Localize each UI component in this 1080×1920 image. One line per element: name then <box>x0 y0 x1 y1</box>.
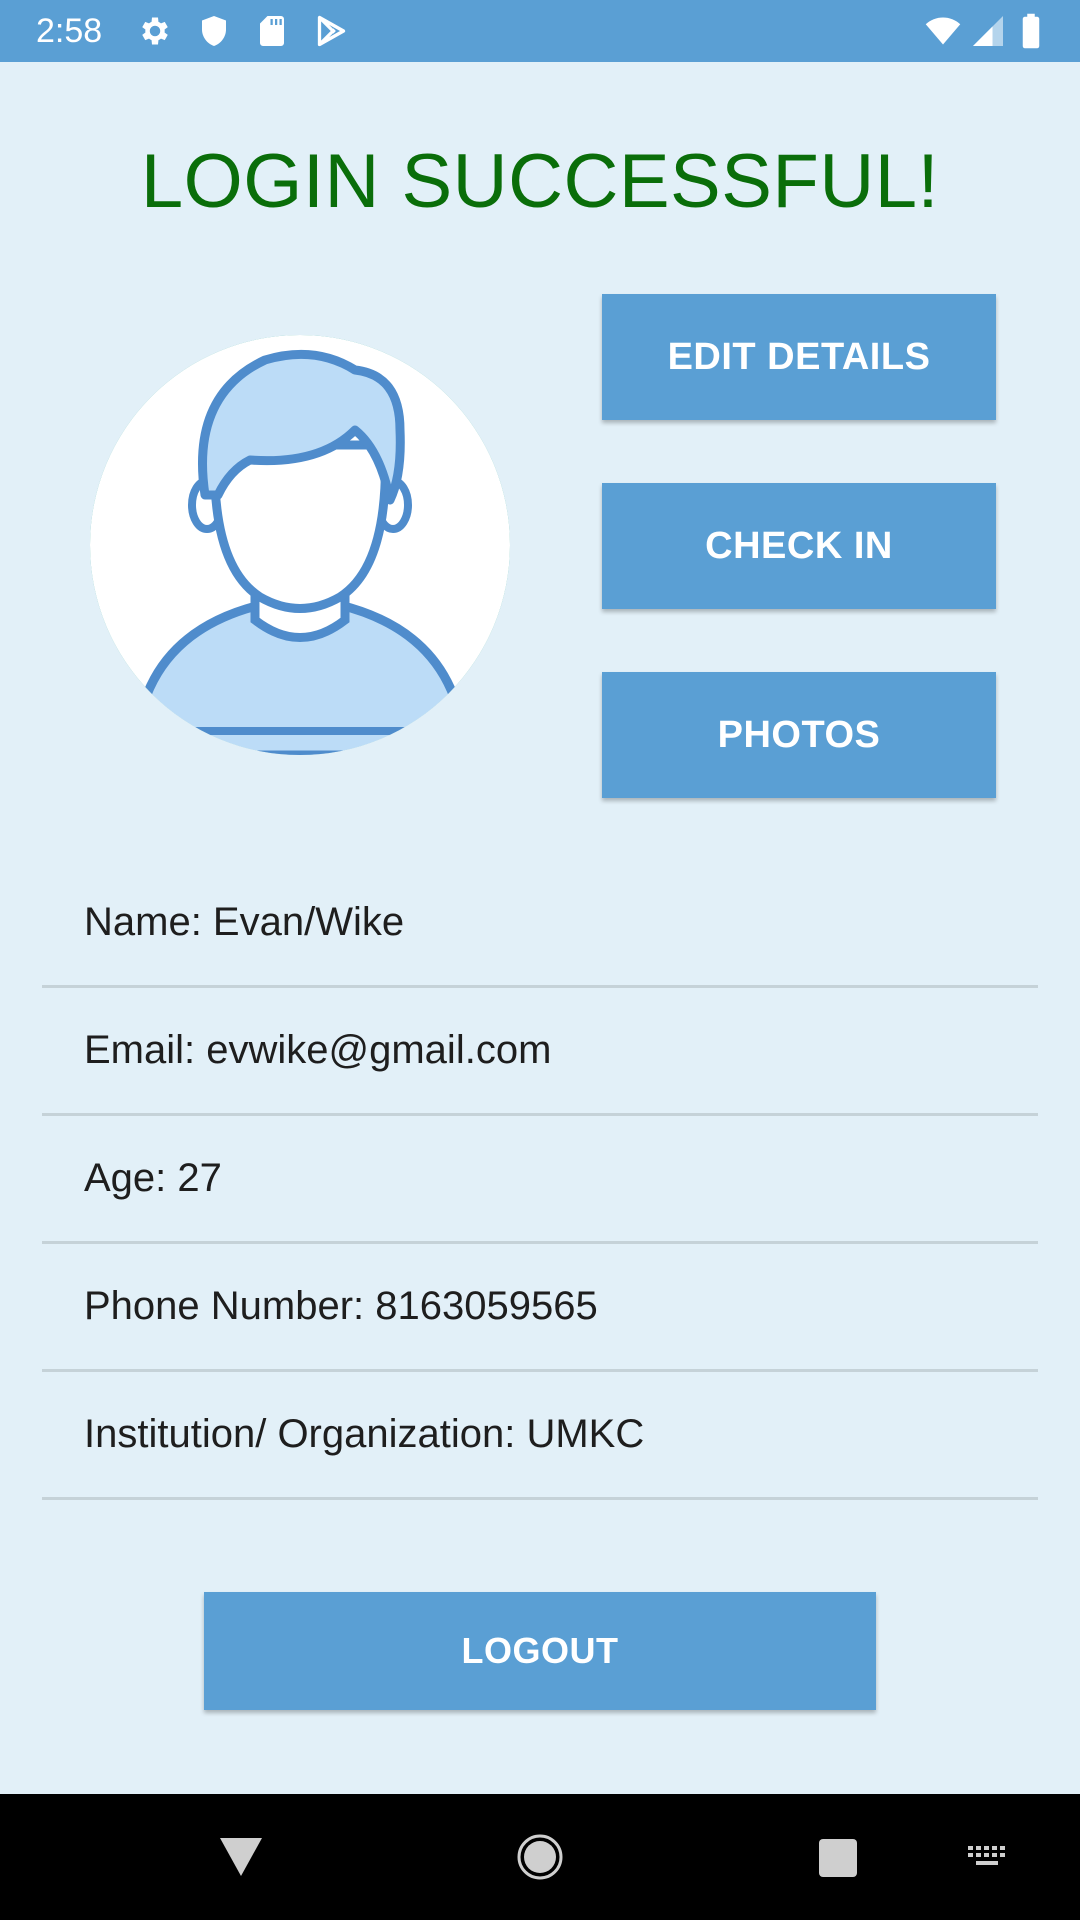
shield-icon <box>196 13 232 49</box>
phone-row: Phone Number: 8163059565 <box>42 1244 1038 1372</box>
email-row: Email: evwike@gmail.com <box>42 988 1038 1116</box>
sd-card-icon <box>254 13 290 49</box>
signal-icon <box>970 13 1006 49</box>
photos-button[interactable]: PHOTOS <box>602 672 996 798</box>
profile-details-list: Name: Evan/Wike Email: evwike@gmail.com … <box>42 860 1038 1500</box>
status-bar: 2:58 <box>0 0 1080 62</box>
page-title: LOGIN SUCCESSFUL! <box>140 139 940 224</box>
edit-details-button[interactable]: EDIT DETAILS <box>602 294 996 420</box>
institution-row: Institution/ Organization: UMKC <box>42 1372 1038 1500</box>
status-time: 2:58 <box>36 12 103 50</box>
user-avatar-icon <box>90 335 510 755</box>
logout-button[interactable]: LOGOUT <box>204 1592 876 1710</box>
play-store-icon <box>312 13 348 49</box>
wifi-icon <box>922 13 964 49</box>
navigation-bar <box>0 1794 1080 1920</box>
home-icon[interactable] <box>516 1833 564 1881</box>
keyboard-icon[interactable] <box>966 1842 1010 1872</box>
back-icon[interactable] <box>218 1836 264 1878</box>
profile-avatar[interactable] <box>90 335 510 755</box>
name-row: Name: Evan/Wike <box>42 860 1038 988</box>
battery-icon <box>1016 13 1046 49</box>
check-in-button[interactable]: CHECK IN <box>602 483 996 609</box>
age-row: Age: 27 <box>42 1116 1038 1244</box>
gear-icon <box>137 13 173 49</box>
recents-icon[interactable] <box>818 1838 858 1878</box>
